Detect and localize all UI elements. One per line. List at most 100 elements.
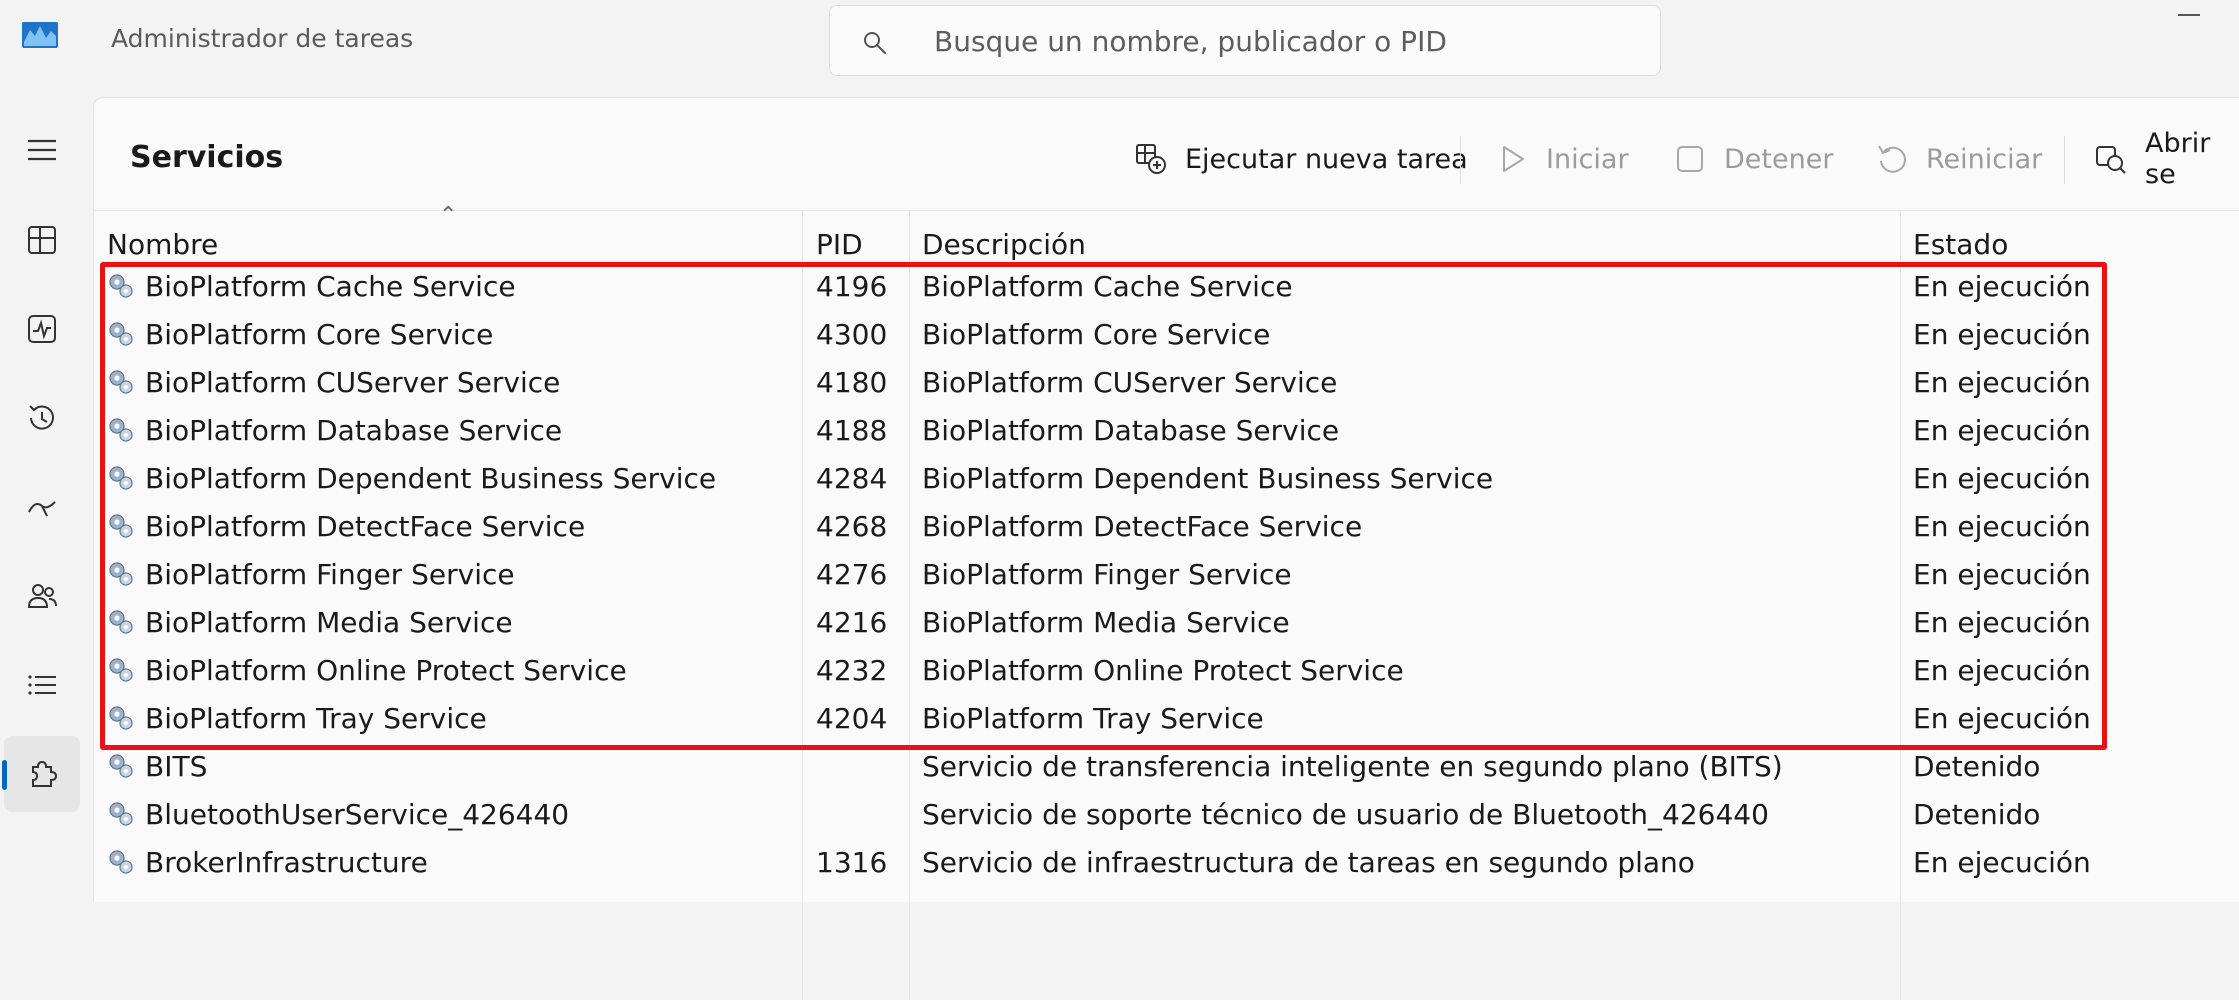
restart-icon [1878, 145, 1906, 173]
cell-description: Servicio de infraestructura de tareas en… [922, 845, 1695, 879]
restart-label: Reiniciar [1926, 143, 2043, 175]
cell-name: BrokerInfrastructure [107, 838, 428, 886]
cell-name: BioPlatform Database Service [107, 406, 562, 454]
new-task-icon [1136, 144, 1166, 174]
service-gear-icon [109, 274, 133, 298]
app-title: Administrador de tareas [111, 24, 414, 53]
table-row[interactable]: BluetoothUserService_426440 Servicio de s… [94, 790, 2239, 838]
cell-status: Detenido [1913, 797, 2041, 831]
history-clock-icon [29, 405, 54, 430]
cell-pid: 4216 [816, 605, 888, 639]
cell-status: En ejecución [1913, 317, 2091, 351]
table-row[interactable]: BioPlatform DetectFace Service 4268 BioPla… [94, 502, 2239, 550]
users-icon [27, 584, 57, 608]
cell-name: BioPlatform Online Protect Service [107, 646, 627, 694]
details-list-icon [28, 675, 56, 695]
cell-pid: 4284 [816, 461, 888, 495]
cell-status: En ejecución [1913, 605, 2091, 639]
table-row[interactable]: BioPlatform CUServer Service 4180 BioPlatf… [94, 358, 2239, 406]
table-row[interactable]: BioPlatform Core Service 4300 BioPlatform … [94, 310, 2239, 358]
cell-pid: 4196 [816, 269, 888, 303]
service-gear-icon [109, 514, 133, 538]
sidebar-item-users[interactable] [4, 558, 80, 634]
column-header-status[interactable]: Estado [1913, 211, 2008, 263]
sidebar-item-details[interactable] [4, 647, 80, 723]
play-icon [1503, 146, 1524, 172]
toolbar-divider [1460, 136, 1461, 184]
cell-status: En ejecución [1913, 845, 2091, 879]
table-row[interactable]: BioPlatform Dependent Business Service 42… [94, 454, 2239, 502]
task-manager-logo-icon [22, 22, 58, 48]
table-row[interactable]: BioPlatform Media Service 4216 BioPlatform… [94, 598, 2239, 646]
cell-description: BioPlatform Tray Service [922, 701, 1264, 735]
sort-ascending-icon: ⌃ [439, 203, 458, 228]
cell-pid: 4232 [816, 653, 888, 687]
page-title: Servicios [130, 140, 284, 175]
startup-speedometer-icon [28, 501, 56, 517]
performance-pulse-icon [28, 315, 56, 343]
cell-status: En ejecución [1913, 461, 2091, 495]
sidebar-item-app-history[interactable] [4, 380, 80, 456]
sidebar-item-services[interactable] [2, 736, 80, 812]
cell-status: En ejecución [1913, 653, 2091, 687]
restart-button[interactable]: Reiniciar [1874, 134, 2042, 184]
cell-name: BioPlatform Cache Service [107, 262, 516, 310]
service-gear-icon [109, 754, 133, 778]
cell-description: BioPlatform DetectFace Service [922, 509, 1363, 543]
search-box[interactable] [829, 5, 1661, 76]
minimize-button[interactable] [2178, 14, 2200, 16]
cell-name: BioPlatform CUServer Service [107, 358, 560, 406]
stop-icon [1677, 146, 1703, 172]
table-row[interactable]: BioPlatform Tray Service 4204 BioPlatform … [94, 694, 2239, 742]
cell-pid: 4276 [816, 557, 888, 591]
cell-status: En ejecución [1913, 413, 2091, 447]
service-gear-icon [109, 658, 133, 682]
service-gear-icon [109, 610, 133, 634]
cell-status: En ejecución [1913, 269, 2091, 303]
table-row[interactable]: BrokerInfrastructure 1316 Servicio de infr… [94, 838, 2239, 886]
table-row[interactable]: BITS Servicio de transferencia inteligent… [94, 742, 2239, 790]
table-header: ⌃ Nombre PID Descripción Estado [94, 203, 2239, 263]
service-gear-icon [109, 370, 133, 394]
table-row[interactable]: BioPlatform Database Service 4188 BioPlatf… [94, 406, 2239, 454]
sidebar-item-processes[interactable] [4, 202, 80, 278]
start-button[interactable]: Iniciar [1494, 134, 1629, 184]
open-services-button[interactable]: Abrir se [2093, 128, 2239, 190]
sidebar-item-startup-apps[interactable] [4, 469, 80, 545]
menu-icon [28, 139, 56, 161]
search-input[interactable] [932, 20, 1632, 62]
cell-description: BioPlatform CUServer Service [922, 365, 1338, 399]
stop-button[interactable]: Detener [1672, 134, 1833, 184]
sidebar-item-performance[interactable] [4, 291, 80, 367]
cell-name: BioPlatform Media Service [107, 598, 513, 646]
search-icon [864, 32, 887, 55]
cell-description: BioPlatform Core Service [922, 317, 1271, 351]
cell-name: BioPlatform Dependent Business Service [107, 454, 716, 502]
cell-name: BioPlatform Tray Service [107, 694, 487, 742]
service-gear-icon [109, 322, 133, 346]
cell-name: BioPlatform Finger Service [107, 550, 515, 598]
column-header-name[interactable]: Nombre [107, 211, 218, 263]
cell-name: BioPlatform Core Service [107, 310, 493, 358]
start-label: Iniciar [1546, 143, 1629, 175]
cell-description: BioPlatform Online Protect Service [922, 653, 1404, 687]
cell-description: BioPlatform Media Service [922, 605, 1290, 639]
table-row[interactable]: BioPlatform Cache Service 4196 BioPlatform… [94, 262, 2239, 310]
cell-status: En ejecución [1913, 701, 2091, 735]
hamburger-menu-button[interactable] [4, 112, 80, 188]
cell-description: BioPlatform Finger Service [922, 557, 1292, 591]
table-row[interactable]: BioPlatform Finger Service 4276 BioPlatfor… [94, 550, 2239, 598]
table-row[interactable]: BioPlatform Online Protect Service 4232 Bi… [94, 646, 2239, 694]
cell-name: BITS [107, 742, 207, 790]
cell-status: En ejecución [1913, 557, 2091, 591]
column-header-pid[interactable]: PID [816, 211, 863, 263]
cell-status: En ejecución [1913, 509, 2091, 543]
cell-description: BioPlatform Database Service [922, 413, 1340, 447]
run-new-task-button[interactable]: Ejecutar nueva tarea [1133, 134, 1468, 184]
cell-pid: 1316 [816, 845, 888, 879]
service-gear-icon [109, 802, 133, 826]
open-services-icon [2096, 146, 2126, 174]
cell-description: Servicio de soporte técnico de usuario d… [922, 797, 1769, 831]
column-header-description[interactable]: Descripción [922, 211, 1086, 263]
main-panel: Servicios Ejecutar nueva tarea Iniciar D… [93, 97, 2239, 1000]
